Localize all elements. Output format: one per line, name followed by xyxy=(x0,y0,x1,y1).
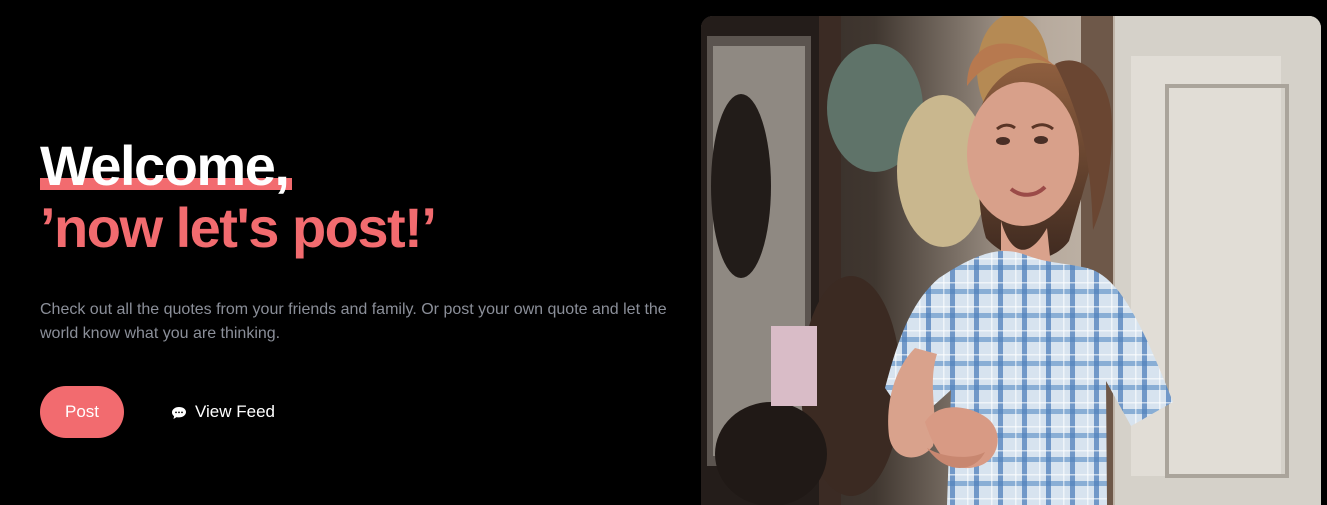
hero-title: Welcome, ’now let's post!’ xyxy=(40,138,437,259)
hero-actions: Post View Feed xyxy=(40,386,275,438)
hero-photo xyxy=(701,16,1321,505)
hero-description: Check out all the quotes from your frien… xyxy=(40,301,667,342)
post-button[interactable]: Post xyxy=(40,386,124,438)
view-feed-label: View Feed xyxy=(195,402,276,421)
hero-title-line-1: Welcome, xyxy=(40,134,290,197)
hero-title-welcome: Welcome, xyxy=(40,138,293,194)
view-feed-link[interactable]: View Feed xyxy=(171,402,275,422)
hero-title-line-2: ’now let's post!’ xyxy=(40,196,437,259)
hero-content: Welcome, ’now let's post!’ Check out all… xyxy=(40,0,680,505)
chat-bubble-icon xyxy=(171,405,187,419)
welcome-page: Welcome, ’now let's post!’ Check out all… xyxy=(0,0,1327,505)
